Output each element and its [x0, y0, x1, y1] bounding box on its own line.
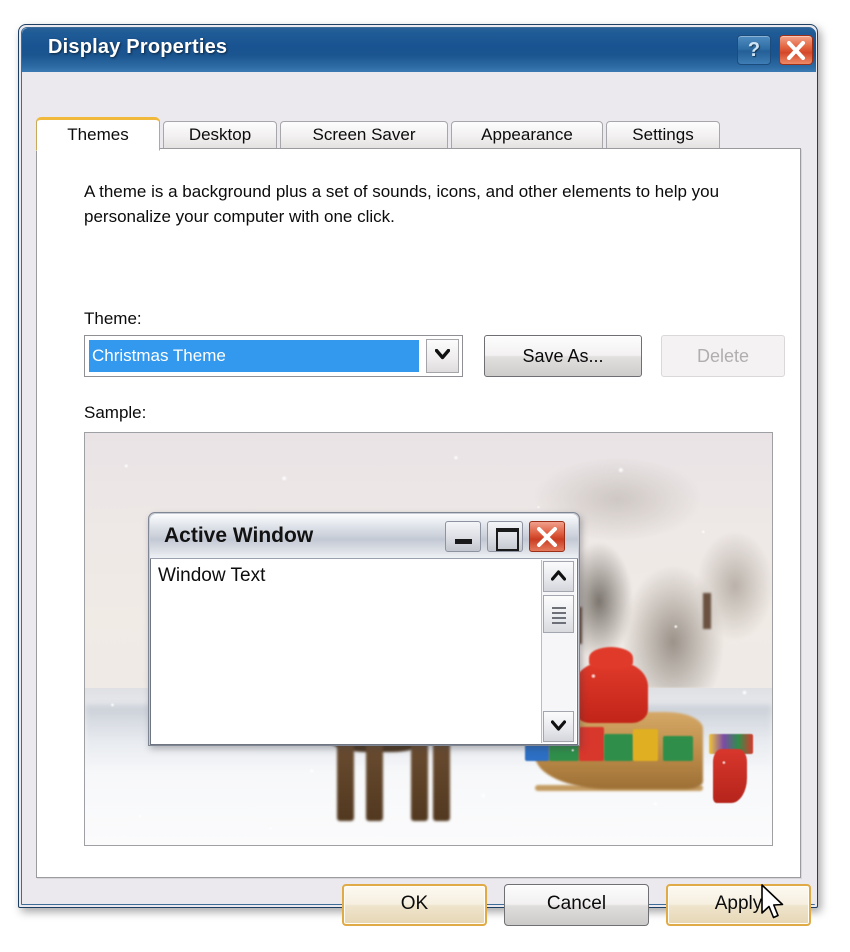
maximize-icon	[496, 528, 519, 551]
themes-tab-page: A theme is a background plus a set of so…	[36, 148, 801, 878]
preview-title-bar: Active Window	[150, 514, 578, 559]
cancel-button[interactable]: Cancel	[504, 884, 649, 926]
themes-description: A theme is a background plus a set of so…	[84, 182, 720, 226]
ok-button[interactable]: OK	[342, 884, 487, 926]
scroll-up-button[interactable]	[543, 561, 574, 592]
preview-vertical-scrollbar[interactable]	[541, 560, 576, 743]
close-x-icon	[537, 527, 557, 547]
preview-active-window: Active Window Window Text	[148, 512, 580, 746]
preview-client-area: Window Text	[150, 559, 578, 745]
chevron-down-icon	[435, 349, 450, 360]
preview-close-button[interactable]	[529, 521, 565, 552]
tab-themes[interactable]: Themes	[36, 117, 160, 151]
title-bar[interactable]: Display Properties ?	[22, 28, 816, 72]
display-properties-dialog: Display Properties ? Themes Desktop Scre…	[18, 24, 818, 926]
close-x-icon	[787, 41, 805, 60]
wallpaper-gift	[603, 734, 634, 762]
minimize-icon	[455, 539, 472, 544]
help-button[interactable]: ?	[737, 35, 771, 65]
apply-button[interactable]: Apply	[666, 884, 811, 926]
tab-settings[interactable]: Settings	[606, 121, 720, 149]
theme-dropdown-button[interactable]	[426, 339, 459, 373]
tab-desktop[interactable]: Desktop	[163, 121, 277, 149]
theme-sample-preview: Active Window Window Text	[84, 432, 773, 846]
dialog-body: Themes Desktop Screen Saver Appearance S…	[22, 72, 816, 926]
preview-maximize-button[interactable]	[487, 521, 523, 552]
grip-lines-icon	[552, 617, 566, 619]
preview-window-title: Active Window	[164, 524, 314, 547]
grip-lines-icon	[552, 607, 566, 609]
delete-button: Delete	[661, 335, 785, 377]
wallpaper-horse-leg	[336, 741, 354, 822]
wallpaper-horse-leg	[433, 741, 450, 822]
wallpaper-gift	[579, 726, 604, 762]
theme-label: Theme:	[84, 309, 142, 328]
wallpaper-horse-leg	[410, 741, 428, 822]
preview-window-text: Window Text	[158, 565, 266, 586]
wallpaper-santa-hat	[588, 647, 634, 669]
window-title: Display Properties	[48, 36, 228, 58]
wallpaper-stocking	[712, 748, 748, 804]
chevron-up-icon	[551, 570, 566, 581]
wallpaper-horse-leg	[366, 741, 384, 822]
theme-combobox[interactable]: Christmas Theme	[84, 335, 463, 377]
tab-screen-saver[interactable]: Screen Saver	[280, 121, 448, 149]
tab-strip: Themes Desktop Screen Saver Appearance S…	[36, 117, 801, 151]
wallpaper-santa-coat	[574, 661, 649, 724]
wallpaper-gift	[633, 728, 659, 762]
close-button[interactable]	[779, 35, 813, 65]
preview-minimize-button[interactable]	[445, 521, 481, 552]
wallpaper-post	[702, 592, 711, 630]
tab-appearance[interactable]: Appearance	[451, 121, 603, 149]
chevron-down-icon	[551, 720, 566, 731]
help-question-mark-icon: ?	[747, 39, 761, 61]
scroll-thumb[interactable]	[543, 595, 574, 633]
wallpaper-gift	[663, 736, 693, 762]
grip-lines-icon	[552, 612, 566, 614]
sample-label: Sample:	[84, 403, 147, 422]
theme-selected-value: Christmas Theme	[89, 340, 419, 372]
scroll-down-button[interactable]	[543, 711, 574, 742]
save-as-button[interactable]: Save As...	[484, 335, 642, 377]
grip-lines-icon	[552, 622, 566, 624]
